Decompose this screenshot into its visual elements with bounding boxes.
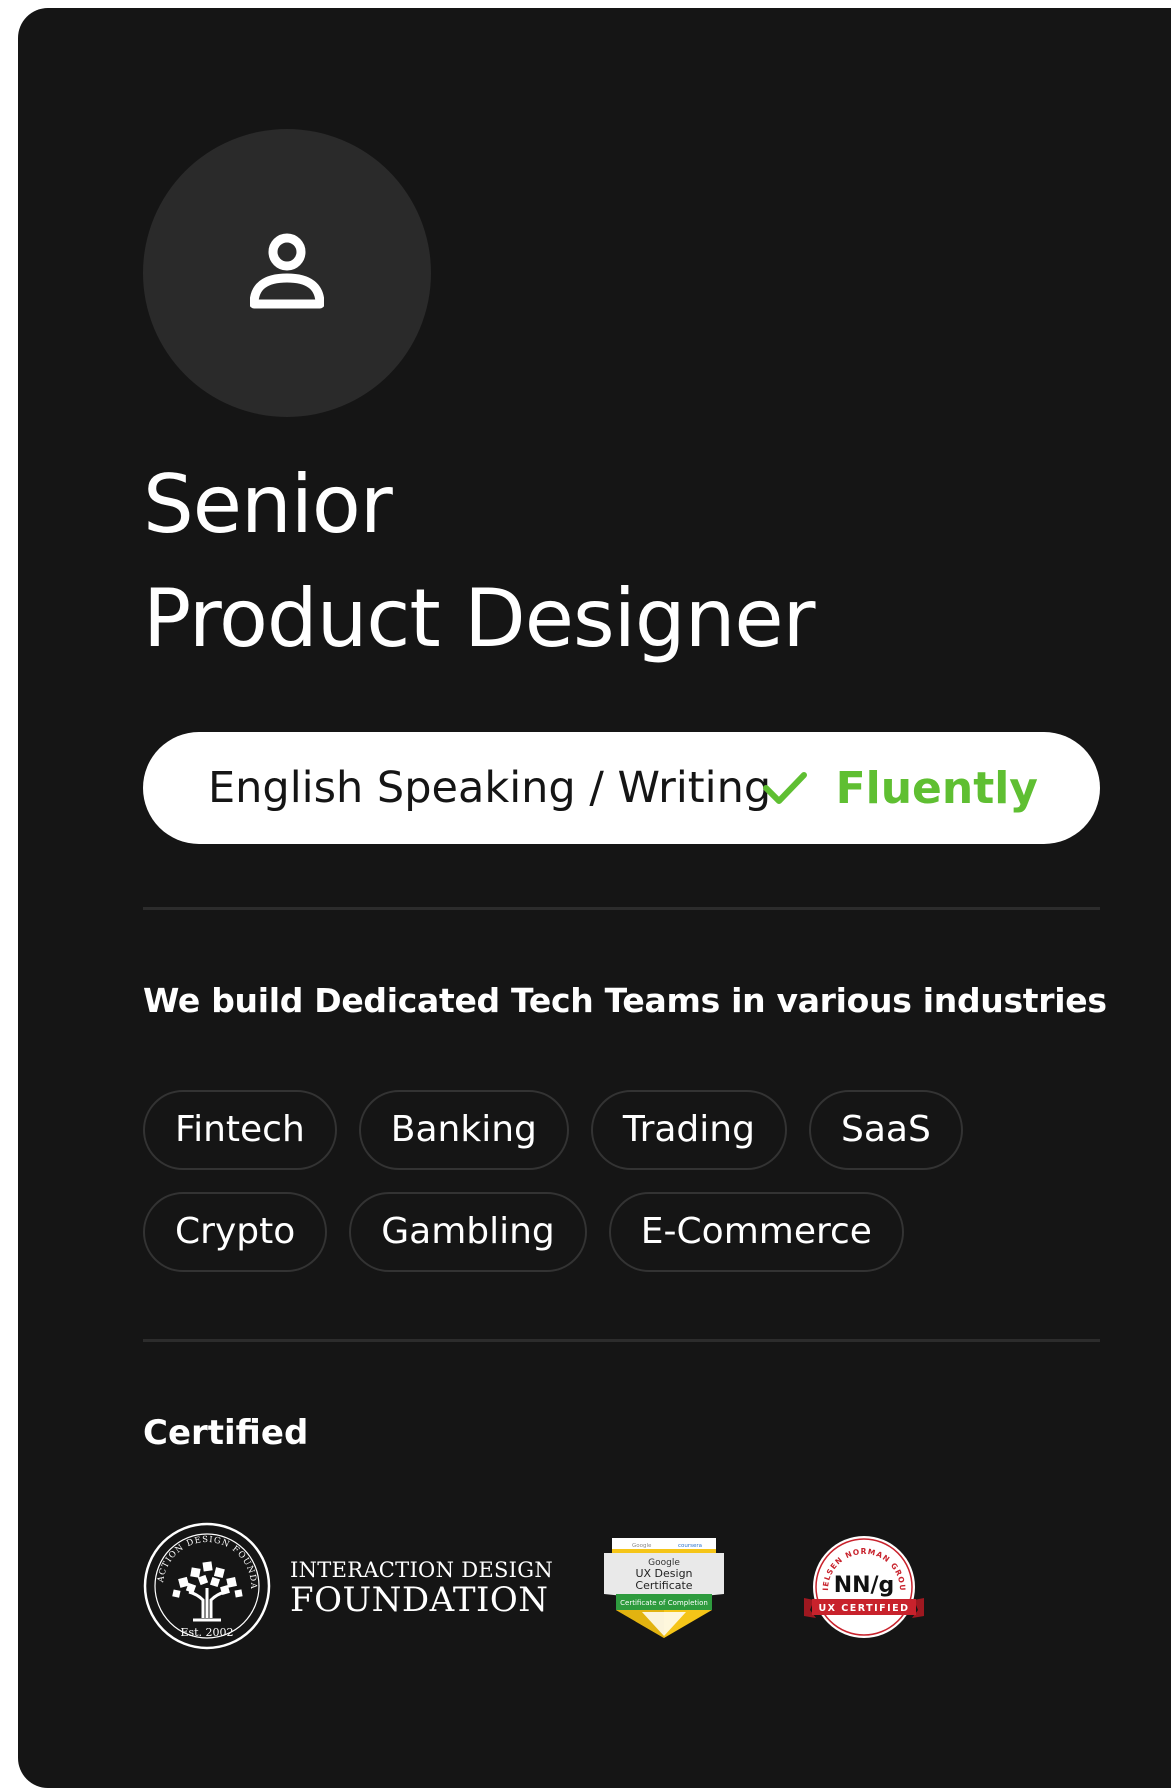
nng-certified-badge: NIELSEN NORMAN GROUP NN/g UX CERTIFIED [800, 1527, 924, 1638]
industry-tag-ecommerce: E-Commerce [608, 1192, 904, 1272]
industry-tag-gambling: Gambling [349, 1192, 587, 1272]
svg-text:Certificate: Certificate [635, 1579, 692, 1592]
idf-seal-logo: INTERACTION DESIGN FOUNDATION Est. 2002 [143, 1522, 271, 1650]
industry-tag-fintech: Fintech [143, 1090, 337, 1170]
cert-nng-ux-certified: NIELSEN NORMAN GROUP NN/g UX CERTIFIED [800, 1527, 924, 1640]
svg-text:coursera: coursera [678, 1543, 702, 1549]
language-status: Fluently [762, 732, 1038, 844]
avatar [143, 129, 431, 417]
user-icon [250, 233, 324, 309]
industry-tag-row: Crypto Gambling E-Commerce [143, 1192, 1103, 1272]
divider [143, 907, 1100, 910]
check-icon [762, 772, 807, 804]
cert-interaction-design-foundation: INTERACTION DESIGN FOUNDATION Est. 2002 [143, 1522, 553, 1650]
svg-text:NN/g: NN/g [834, 1573, 895, 1598]
page-title: Senior Product Designer [143, 448, 815, 676]
industry-tag-row: Fintech Banking Trading SaaS [143, 1090, 1103, 1170]
svg-text:Est. 2002: Est. 2002 [180, 1626, 233, 1639]
language-label: English Speaking / Writing [208, 763, 772, 813]
industry-tag-saas: SaaS [808, 1090, 963, 1170]
language-status-text: Fluently [835, 762, 1038, 814]
cert-google-ux-design: Google coursera Google UX Design Certifi… [602, 1536, 726, 1640]
profile-card: Senior Product Designer English Speaking… [18, 8, 1171, 1788]
google-certificate-badge: Google coursera Google UX Design Certifi… [604, 1538, 724, 1638]
language-proficiency-pill: English Speaking / Writing Fluently [143, 732, 1100, 844]
svg-text:Certificate of Completion: Certificate of Completion [620, 1599, 708, 1607]
industry-tag-trading: Trading [590, 1090, 787, 1170]
idf-wordmark: INTERACTION DESIGN FOUNDATION [290, 1558, 554, 1620]
svg-text:Google: Google [632, 1543, 652, 1549]
industries-heading: We build Dedicated Tech Teams in various… [143, 981, 1107, 1020]
svg-text:UX CERTIFIED: UX CERTIFIED [818, 1603, 909, 1614]
industry-tag-crypto: Crypto [143, 1192, 328, 1272]
divider [143, 1339, 1100, 1342]
certified-heading: Certified [143, 1413, 309, 1453]
industry-tags: Fintech Banking Trading SaaS Crypto Gamb… [143, 1090, 1103, 1294]
industry-tag-banking: Banking [358, 1090, 569, 1170]
title-line-senior: Senior [143, 458, 393, 551]
title-line-role: Product Designer [143, 572, 815, 665]
